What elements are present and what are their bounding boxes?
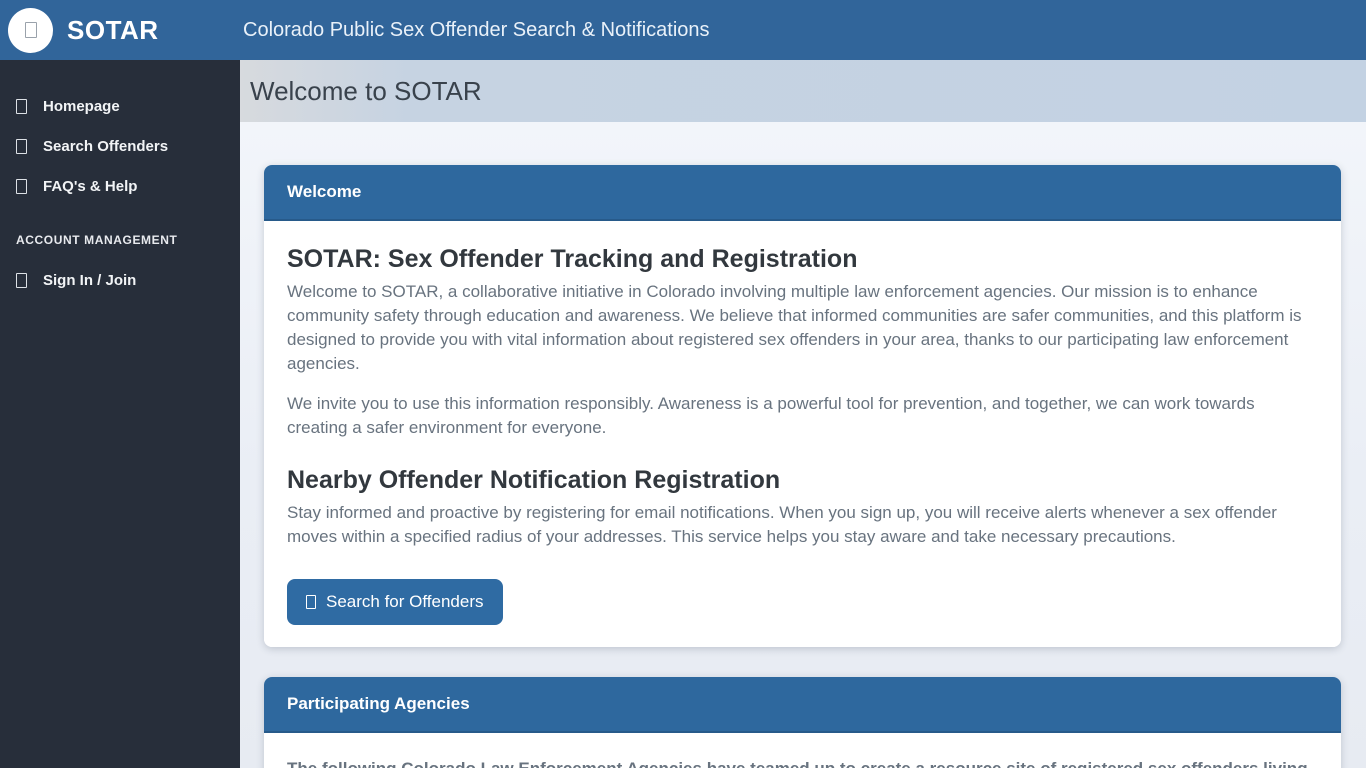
sidebar-section-account-management: ACCOUNT MANAGEMENT bbox=[0, 207, 240, 261]
participating-agencies-lead: The following Colorado Law Enforcement A… bbox=[287, 757, 1318, 768]
participating-agencies-header: Participating Agencies bbox=[264, 677, 1341, 733]
sidebar-item-faq-help[interactable]: FAQ's & Help bbox=[0, 167, 240, 206]
participating-agencies-body: The following Colorado Law Enforcement A… bbox=[264, 733, 1341, 768]
sign-in-icon bbox=[16, 273, 27, 288]
search-button-label: Search for Offenders bbox=[326, 592, 484, 612]
welcome-card-body: SOTAR: Sex Offender Tracking and Registr… bbox=[264, 221, 1341, 647]
welcome-paragraph-1: Welcome to SOTAR, a collaborative initia… bbox=[287, 280, 1318, 376]
home-icon bbox=[16, 99, 27, 114]
sotar-logo bbox=[8, 8, 53, 53]
app-title: Colorado Public Sex Offender Search & No… bbox=[240, 19, 710, 42]
welcome-heading: SOTAR: Sex Offender Tracking and Registr… bbox=[287, 245, 1318, 274]
brand[interactable]: SOTAR bbox=[0, 8, 240, 53]
sidebar-item-homepage[interactable]: Homepage bbox=[0, 87, 240, 126]
sidebar-item-label: Search Offenders bbox=[43, 138, 168, 155]
search-icon bbox=[16, 139, 27, 154]
search-for-offenders-button[interactable]: Search for Offenders bbox=[287, 579, 503, 625]
welcome-paragraph-2: We invite you to use this information re… bbox=[287, 392, 1318, 440]
sidebar-item-label: FAQ's & Help bbox=[43, 178, 137, 195]
sidebar-item-search-offenders[interactable]: Search Offenders bbox=[0, 127, 240, 166]
page-title-band: Welcome to SOTAR bbox=[240, 60, 1366, 122]
notification-paragraph: Stay informed and proactive by registeri… bbox=[287, 501, 1318, 549]
top-navbar: SOTAR Colorado Public Sex Offender Searc… bbox=[0, 0, 1366, 60]
main-area: Welcome to SOTAR Welcome SOTAR: Sex Offe… bbox=[240, 60, 1366, 768]
logo-placeholder-icon bbox=[25, 22, 37, 38]
sidebar-item-sign-in-join[interactable]: Sign In / Join bbox=[0, 261, 240, 300]
sidebar-item-label: Sign In / Join bbox=[43, 272, 136, 289]
sidebar-item-label: Homepage bbox=[43, 98, 120, 115]
help-icon bbox=[16, 179, 27, 194]
content-area: Welcome SOTAR: Sex Offender Tracking and… bbox=[240, 122, 1366, 768]
page-title: Welcome to SOTAR bbox=[250, 76, 482, 107]
welcome-card: Welcome SOTAR: Sex Offender Tracking and… bbox=[264, 165, 1341, 647]
welcome-card-header: Welcome bbox=[264, 165, 1341, 221]
brand-name: SOTAR bbox=[67, 15, 159, 46]
notification-heading: Nearby Offender Notification Registratio… bbox=[287, 466, 1318, 495]
participating-agencies-card: Participating Agencies The following Col… bbox=[264, 677, 1341, 768]
search-button-icon bbox=[306, 595, 316, 609]
sidebar: Homepage Search Offenders FAQ's & Help A… bbox=[0, 60, 240, 768]
